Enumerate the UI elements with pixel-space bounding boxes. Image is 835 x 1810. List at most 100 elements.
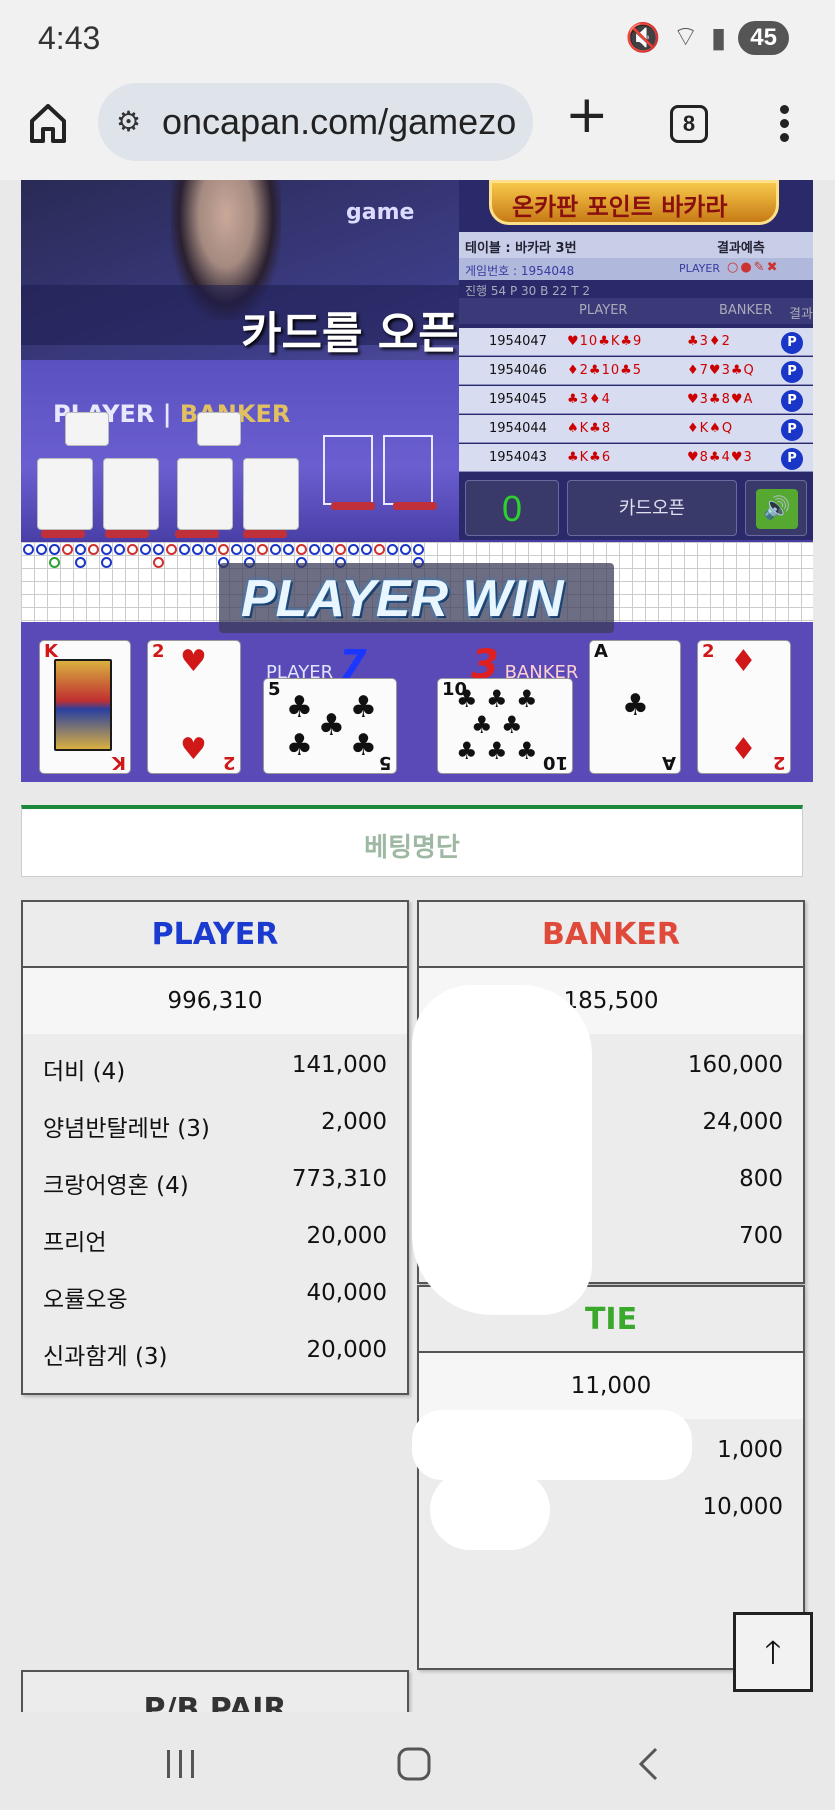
road-dot — [75, 544, 86, 555]
game-number: 게임번호 : 1954048 — [465, 264, 575, 278]
info-header: 테이블 : 바카라 3번 결과예측 — [459, 232, 813, 258]
road-dot — [49, 544, 60, 555]
chip-marker — [41, 530, 85, 538]
back-icon[interactable] — [636, 1746, 660, 1782]
playing-card: 2 ♥ ♥ 2 — [147, 640, 241, 774]
banker-panel-title: BANKER — [419, 902, 803, 968]
url-text: oncapan.com/gamezo — [162, 101, 517, 142]
playing-card: 10 ♣ ♣ ♣ ♣ ♣ ♣ ♣ ♣ 10 — [437, 678, 573, 774]
table-card — [243, 458, 299, 530]
card-open-button[interactable]: 카드오픈 — [567, 480, 737, 536]
road-dot — [309, 544, 320, 555]
playing-card: K K — [39, 640, 131, 774]
game-info-panel: 온카판 포인트 바카라 테이블 : 바카라 3번 결과예측 게임번호 : 195… — [459, 180, 813, 540]
player-panel-title: PLAYER — [23, 902, 407, 968]
road-dot — [88, 544, 99, 555]
chip-marker — [243, 530, 287, 538]
game-logo: 온카판 포인트 바카라 — [489, 180, 779, 225]
chip-marker — [175, 530, 219, 538]
battery-icon: 45 — [738, 20, 789, 55]
home-icon[interactable] — [28, 101, 68, 145]
status-time: 4:43 — [38, 20, 101, 56]
betting-list-tab[interactable]: 베팅명단 — [21, 805, 803, 877]
history-row: 1954045 ♣3♦4 ♥3♣8♥A P — [459, 386, 813, 414]
player-total: 996,310 — [23, 968, 407, 1034]
bet-row: 신과함게 (3) 20,000 — [43, 1337, 387, 1370]
col-result: 결과 — [789, 307, 813, 322]
road-dot — [101, 557, 112, 568]
wifi-icon: ⌔ — [672, 20, 699, 53]
road-dot — [179, 544, 190, 555]
prediction-label: 결과예측 — [717, 241, 765, 256]
road-dot — [192, 544, 203, 555]
speaker-icon: 🔊 — [756, 489, 798, 529]
road-dot — [36, 544, 47, 555]
card-slot — [383, 435, 433, 505]
road-dot — [400, 544, 411, 555]
win-text: PLAYER WIN — [241, 570, 564, 628]
road-dot — [101, 544, 112, 555]
card-slot — [323, 435, 373, 505]
col-banker: BANKER — [719, 303, 773, 318]
game-stats: 진행 54 P 30 B 22 T 2 — [465, 284, 591, 298]
table-card — [103, 458, 159, 530]
table-name: 테이블 : 바카라 3번 — [465, 241, 577, 256]
road-dot — [413, 544, 424, 555]
sound-button[interactable]: 🔊 — [745, 480, 807, 536]
table-card — [65, 412, 109, 446]
road-dot — [75, 557, 86, 568]
status-icons: 🔇 ⌔ ▮ 45 — [626, 20, 789, 55]
road-dot — [374, 544, 385, 555]
history-row: 1954047 ♥10♣K♣9 ♣3♦2 P — [459, 328, 813, 356]
signal-icon: ▮ — [710, 21, 727, 54]
history-header: PLAYER BANKER 결과 — [459, 298, 813, 324]
tab-switcher-button[interactable]: 8 — [670, 105, 708, 143]
road-dot — [270, 544, 281, 555]
history-row: 1954044 ♠K♣8 ♦K♠Q P — [459, 415, 813, 443]
road-dot — [127, 544, 138, 555]
redaction-scribble — [412, 1410, 692, 1480]
table-card — [177, 458, 233, 530]
game-stream: game PLAYER | BANKER 카드를 오픈합니다. 온카판 포인트 … — [21, 180, 813, 782]
col-player: PLAYER — [579, 303, 628, 318]
recent-apps-icon[interactable] — [165, 1748, 197, 1780]
road-dot — [244, 544, 255, 555]
browser-toolbar: ⚙ oncapan.com/gamezo + 8 — [0, 75, 835, 180]
win-banner: PLAYER WIN — [219, 563, 614, 633]
more-menu-icon[interactable] — [780, 105, 790, 147]
game-watermark: game — [346, 200, 415, 225]
player-bets-panel: PLAYER 996,310 더비 (4) 141,000 양념반탈레반 (3) 2… — [21, 900, 409, 1395]
bet-row: 크랑어영혼 (4) 773,310 — [43, 1166, 387, 1199]
road-dot — [153, 544, 164, 555]
big-road — [21, 622, 813, 782]
road-dot — [153, 557, 164, 568]
prediction-icons[interactable]: ○●✎✖ — [727, 260, 779, 275]
redaction-scribble — [412, 985, 592, 1315]
site-settings-icon[interactable]: ⚙ — [116, 105, 141, 138]
system-nav-bar — [0, 1712, 835, 1810]
chip-marker — [105, 530, 149, 538]
address-bar[interactable]: ⚙ oncapan.com/gamezo — [98, 83, 533, 161]
mute-icon: 🔇 — [625, 21, 661, 54]
road-dot — [296, 544, 307, 555]
new-tab-icon[interactable]: + — [565, 89, 609, 141]
king-face — [54, 659, 112, 751]
playing-card: 2 ♦ ♦ 2 — [697, 640, 791, 774]
road-dot — [23, 544, 34, 555]
road-dot — [166, 544, 177, 555]
chip-marker — [331, 502, 375, 510]
history-row: 1954043 ♣K♣6 ♥8♣4♥3 P — [459, 444, 813, 472]
road-dot — [322, 544, 333, 555]
road-dot — [114, 544, 125, 555]
road-dot — [348, 544, 359, 555]
home-nav-icon[interactable] — [396, 1746, 432, 1782]
road-dot — [62, 544, 73, 555]
road-dot — [205, 544, 216, 555]
scroll-top-button[interactable]: 🡑 — [733, 1612, 813, 1692]
road-dot — [361, 544, 372, 555]
road-dot — [387, 544, 398, 555]
road-dot — [283, 544, 294, 555]
history-row: 1954046 ♦2♣10♣5 ♦7♥3♣Q P — [459, 357, 813, 385]
bet-row: 더비 (4) 141,000 — [43, 1052, 387, 1085]
road-dot — [257, 544, 268, 555]
